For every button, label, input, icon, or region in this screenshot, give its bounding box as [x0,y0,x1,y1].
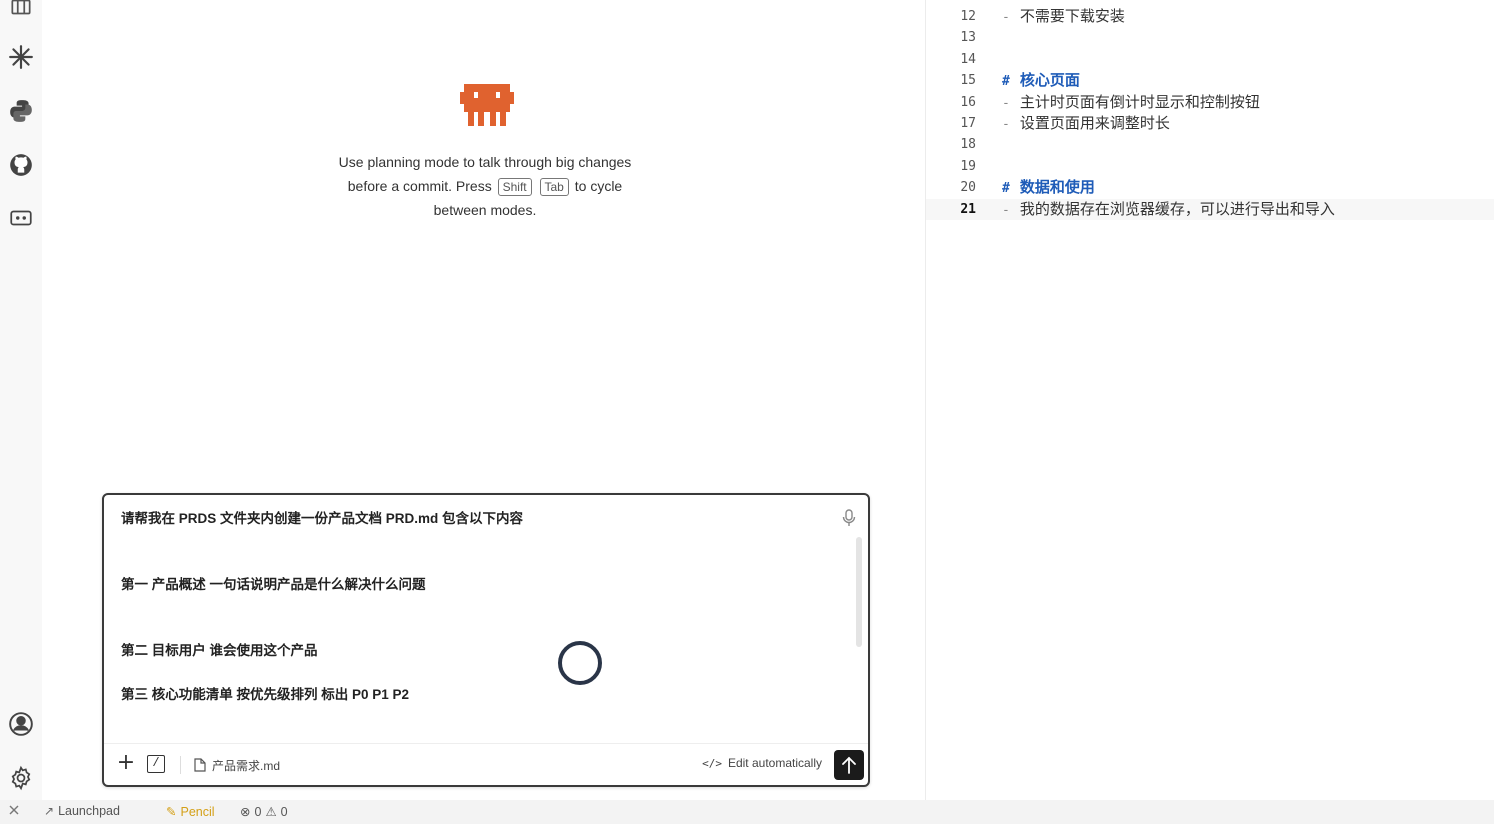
prompt-line: 第一 产品概述 一句话说明产品是什么解决什么问题 [121,577,426,592]
markdown-marker: # [1002,74,1010,90]
sparkle-icon[interactable] [6,42,36,72]
account-icon[interactable] [6,709,36,739]
microphone-icon[interactable] [842,509,856,527]
markdown-list-item: - 不需要下载安装 [1002,6,1125,28]
line-number: 20 [960,180,976,196]
markdown-list-item: - 主计时页面有倒计时显示和控制按钮 [1002,92,1260,114]
line-number: 16 [960,94,976,110]
editor-line[interactable]: 19 [926,156,1494,177]
editor-line[interactable]: 20 # 数据和使用 [926,177,1494,198]
pencil-label: Pencil [180,804,215,819]
line-number: 13 [960,30,976,46]
rocket-icon: ↗ [44,804,55,818]
arrow-up-icon [842,756,856,774]
remote-icon[interactable] [6,203,36,233]
markdown-heading: # 数据和使用 [1002,177,1095,199]
package-icon[interactable] [6,0,36,22]
line-text: 核心页面 [1019,72,1080,90]
editor-line[interactable]: 17 - 设置页面用来调整时长 [926,113,1494,134]
warning-count: 0 [280,804,288,819]
launchpad-label: Launchpad [58,804,120,818]
line-number: 19 [960,158,976,174]
status-bar: ↗ Launchpad ✎ Pencil ⊗ 0 ⚠ 0 [0,800,1494,824]
editor-line[interactable]: 16 - 主计时页面有倒计时显示和控制按钮 [926,92,1494,113]
markdown-list-item: - 我的数据存在浏览器缓存，可以进行导出和导入 [1002,199,1335,221]
markdown-marker: - [1002,117,1010,132]
markdown-heading: # 核心页面 [1002,70,1080,92]
hint-line-2: before a commit. Press Shift Tab to cycl… [310,174,660,198]
warning-icon: ⚠ [265,805,277,819]
problems-item[interactable]: ⊗ 0 ⚠ 0 [240,804,288,820]
markdown-list-item: - 设置页面用来调整时长 [1002,113,1170,135]
line-text: 我的数据存在浏览器缓存，可以进行导出和导入 [1019,200,1335,218]
prompt-line: 第二 目标用户 谁会使用这个产品 [121,643,318,658]
hint-line-1: Use planning mode to talk through big ch… [338,154,632,170]
line-text: 设置页面用来调整时长 [1019,115,1170,132]
markdown-editor[interactable]: 12- 不需要下载安装 13 14 15 # 核心页面 16- 主计时页面有倒计时显示和控制按钮… [926,0,1494,800]
hint-line-2-after: to cycle [574,178,623,194]
code-icon: </> [702,756,722,770]
edit-mode-selector[interactable]: </> Edit automatically [702,756,822,770]
line-number: 14 [960,51,976,67]
edit-mode-label: Edit automatically [727,756,822,770]
loading-spinner-icon [558,641,602,685]
github-icon[interactable] [6,150,36,180]
line-number: 18 [960,137,976,153]
error-icon: ⊗ [240,805,251,819]
close-x-icon[interactable] [8,804,20,816]
markdown-marker: - [1002,10,1010,25]
line-number: 12 [960,9,976,24]
line-number: 15 [960,73,976,89]
editor-line[interactable]: 15 # 核心页面 [926,70,1494,91]
mascot-icon [460,84,514,126]
shift-key: Shift [497,178,532,196]
markdown-marker: - [1002,202,1010,218]
python-icon[interactable] [6,96,36,126]
input-scrollbar[interactable] [856,537,862,647]
hint-line-2-before: before a commit. Press [347,178,492,194]
prompt-line: 请帮我在 PRDS 文件夹内创建一份产品文档 PRD.md 包含以下内容 [121,511,524,526]
launchpad-item[interactable]: ↗ Launchpad [44,804,120,818]
line-number: 21 [960,201,976,217]
tab-key: Tab [539,178,569,196]
editor-line[interactable]: 18 [926,134,1494,155]
slash-command-button[interactable]: / [147,755,165,773]
file-icon [194,758,206,772]
line-text: 主计时页面有倒计时显示和控制按钮 [1019,93,1260,111]
pencil-item[interactable]: ✎ Pencil [166,804,215,820]
chat-input-box[interactable]: 请帮我在 PRDS 文件夹内创建一份产品文档 PRD.md 包含以下内容 第一 … [102,493,870,787]
editor-line[interactable]: 13 [926,27,1494,48]
line-text: 数据和使用 [1019,179,1095,197]
editor-line[interactable]: 12 - 不需要下载安装 [926,6,1494,27]
markdown-marker: # [1002,181,1010,197]
send-button[interactable] [834,750,864,780]
activity-bar [0,0,42,800]
error-count: 0 [254,804,262,819]
input-footer: + / 产品需求.md </> Edit automatically [104,743,868,785]
attached-file-chip[interactable]: 产品需求.md [194,755,280,775]
editor-line[interactable]: 21 - 我的数据存在浏览器缓存，可以进行导出和导入 [926,198,1494,221]
footer-divider [180,756,181,774]
editor-line[interactable]: 14 [926,49,1494,70]
hint-line-3: between modes. [433,202,537,218]
pencil-icon: ✎ [166,805,177,819]
line-text: 不需要下载安装 [1019,8,1125,25]
prompt-line: 第三 核心功能清单 按优先级排列 标出 P0 P1 P2 [121,687,410,702]
attached-file-name: 产品需求.md [212,758,281,773]
line-number: 17 [960,116,976,131]
settings-gear-icon[interactable] [6,763,36,793]
planning-hint: Use planning mode to talk through big ch… [310,150,660,222]
markdown-marker: - [1002,95,1010,111]
add-context-button[interactable]: + [116,752,136,774]
